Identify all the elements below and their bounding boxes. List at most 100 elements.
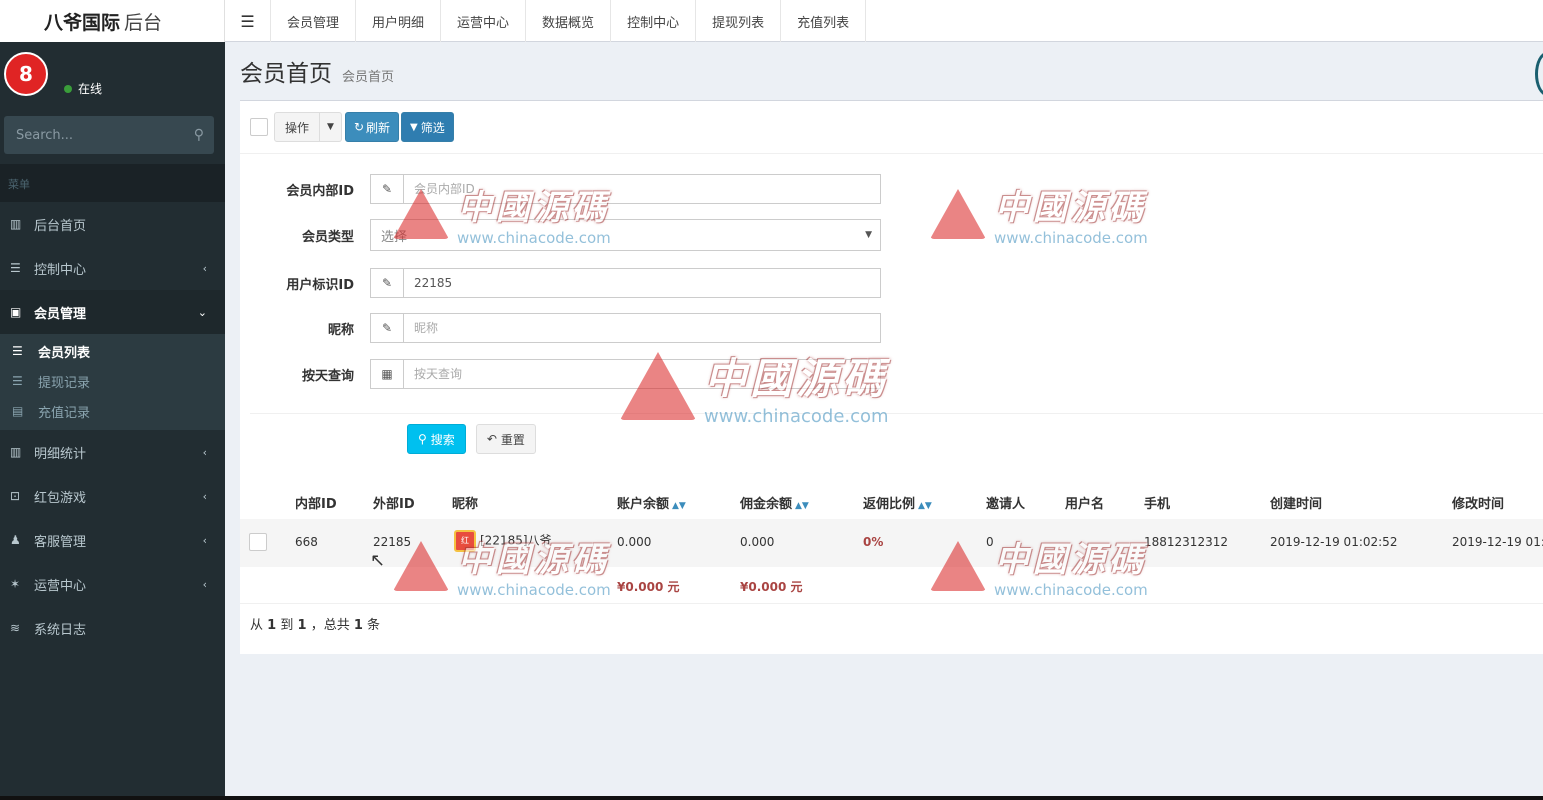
col-phone[interactable]: 手机 <box>1144 493 1170 512</box>
cell-nickname: 红 [22185]八爷 <box>454 530 552 552</box>
divider <box>240 153 1543 154</box>
sidebar-item-system-log[interactable]: ≋ 系统日志 <box>0 606 225 650</box>
sort-icon: ▲▼ <box>672 501 686 511</box>
sidebar-subitem-member-list[interactable]: ☰ 会员列表 <box>0 336 225 366</box>
cell-modified: 2019-12-19 01:0 <box>1452 535 1543 549</box>
sidebar-item-label: 系统日志 <box>34 622 87 638</box>
cell-balance: 0.000 <box>617 535 652 549</box>
tab-withdraw-list[interactable]: 提现列表 <box>696 0 782 42</box>
page-header: 会员首页 会员首页 <box>240 54 394 88</box>
nickname-input[interactable] <box>404 314 880 342</box>
tab-recharge-list[interactable]: 充值列表 <box>781 0 867 42</box>
caret-down-icon: ▼ <box>865 230 872 240</box>
filter-button[interactable]: ▼ 筛选 <box>401 112 454 142</box>
sidebar-search: ⚲ <box>4 116 214 154</box>
user-id-input[interactable] <box>404 269 880 297</box>
user-id-input-group: ✎ <box>370 268 881 298</box>
cell-phone: 18812312312 <box>1144 535 1228 549</box>
search-icon: ⚲ <box>418 432 427 446</box>
avatar[interactable]: 8 <box>4 52 48 96</box>
filter-actions: ⚲ 搜索 ↶ 重置 <box>407 424 536 454</box>
sidebar-subitem-label: 提现记录 <box>38 375 91 391</box>
gift-icon: ⊡ <box>10 489 21 503</box>
sidebar-item-red-packet-game[interactable]: ⊡ 红包游戏 ‹ <box>0 474 225 518</box>
member-type-label: 会员类型 <box>301 229 354 245</box>
refresh-button-label: 刷新 <box>366 120 391 135</box>
action-dropdown-toggle[interactable]: ▼ <box>320 112 342 142</box>
reset-button-label: 重置 <box>500 432 525 447</box>
col-username[interactable]: 用户名 <box>1065 493 1104 512</box>
sidebar-item-dashboard[interactable]: ▥ 后台首页 <box>0 202 225 246</box>
nickname-input-group: ✎ <box>370 313 881 343</box>
date-input[interactable] <box>404 360 880 388</box>
reset-button[interactable]: ↶ 重置 <box>475 424 536 454</box>
tab-control-center[interactable]: 控制中心 <box>611 0 697 42</box>
tab-data-overview[interactable]: 数据概览 <box>526 0 612 42</box>
chevron-left-icon: ‹ <box>202 577 207 591</box>
member-type-selected: 选择 <box>381 229 408 245</box>
tab-operations[interactable]: 运营中心 <box>441 0 527 42</box>
table-row[interactable]: 668 22185 红 [22185]八爷 0.000 0.000 0% 0 18… <box>240 519 1543 567</box>
pencil-icon: ✎ <box>371 175 404 203</box>
sidebar-item-label: 运营中心 <box>34 578 87 594</box>
sidebar-toggle-icon[interactable]: ☰ <box>225 0 271 42</box>
action-button-label: 操作 <box>285 120 310 135</box>
action-button[interactable]: 操作 <box>274 112 321 142</box>
brand-logo[interactable]: 八爷国际 后台 <box>0 0 225 42</box>
sort-icon: ▲▼ <box>918 501 932 511</box>
col-modified[interactable]: 修改时间 <box>1452 493 1504 512</box>
online-dot-icon <box>64 84 72 93</box>
col-rebate[interactable]: 返佣比例 ▲▼ <box>863 493 932 512</box>
users-icon: ♟ <box>10 533 21 547</box>
list-icon: ☰ <box>12 374 23 388</box>
list-icon: ☰ <box>10 261 21 275</box>
sidebar-item-member-management[interactable]: ▣ 会员管理 ⌄ <box>0 290 225 334</box>
date-input-group: ▦ <box>370 359 881 389</box>
side-tab-icon[interactable] <box>1535 52 1543 96</box>
sidebar-item-label: 红包游戏 <box>34 490 87 506</box>
member-id-input[interactable] <box>404 175 880 203</box>
cell-inviter: 0 <box>986 535 994 549</box>
col-commission[interactable]: 佣金余额 ▲▼ <box>740 493 809 512</box>
cell-internal-id: 668 <box>295 535 318 549</box>
summary-row: ¥0.000 元 ¥0.000 元 <box>240 567 1543 603</box>
col-nickname[interactable]: 昵称 <box>452 493 478 512</box>
member-list-card: 操作 ▼ ↻ 刷新 ▼ 筛选 会员内部ID ✎ 会员类型 <box>240 100 1543 654</box>
row-checkbox[interactable] <box>249 533 267 551</box>
sidebar-item-label: 客服管理 <box>34 534 87 550</box>
search-icon[interactable]: ⚲ <box>194 127 204 143</box>
user-panel: 8 在线 <box>0 42 225 114</box>
search-button-label: 搜索 <box>430 432 455 447</box>
cell-commission: 0.000 <box>740 535 775 549</box>
tab-member-management[interactable]: 会员管理 <box>271 0 357 42</box>
col-commission-label: 佣金余额 <box>740 497 793 512</box>
mouse-cursor-icon: ↖ <box>370 550 386 571</box>
col-created[interactable]: 创建时间 <box>1270 493 1322 512</box>
col-inviter[interactable]: 邀请人 <box>986 493 1025 512</box>
sidebar-item-customer-service[interactable]: ♟ 客服管理 ‹ <box>0 518 225 562</box>
refresh-icon: ↻ <box>353 120 364 134</box>
col-balance[interactable]: 账户余额 ▲▼ <box>617 493 686 512</box>
sidebar-item-control-center[interactable]: ☰ 控制中心 ‹ <box>0 246 225 290</box>
sidebar-search-input[interactable] <box>16 127 176 143</box>
sidebar-subitem-label: 会员列表 <box>38 345 91 361</box>
tab-user-details[interactable]: 用户明细 <box>356 0 442 42</box>
filter-user-id: 用户标识ID ✎ <box>240 267 940 299</box>
search-button[interactable]: ⚲ 搜索 <box>407 424 466 454</box>
filter-nickname: 昵称 ✎ <box>240 312 940 344</box>
sidebar-item-statistics[interactable]: ▥ 明细统计 ‹ <box>0 430 225 474</box>
select-all-checkbox[interactable] <box>250 118 268 136</box>
sidebar-item-operations[interactable]: ✶ 运营中心 ‹ <box>0 562 225 606</box>
member-type-select[interactable]: 选择 ▼ <box>370 219 881 251</box>
pager-total: 1 <box>353 618 363 633</box>
page-title: 会员首页 <box>240 61 332 87</box>
refresh-button[interactable]: ↻ 刷新 <box>344 112 400 142</box>
pager-to: 1 <box>297 618 307 633</box>
chevron-left-icon: ‹ <box>202 261 207 275</box>
sidebar-subitem-withdraw-records[interactable]: ☰ 提现记录 <box>0 366 225 396</box>
col-internal-id[interactable]: 内部ID <box>295 493 337 512</box>
filter-date: 按天查询 ▦ <box>240 358 940 390</box>
col-external-id[interactable]: 外部ID <box>373 493 415 512</box>
chevron-left-icon: ‹ <box>202 489 207 503</box>
sidebar-subitem-recharge-records[interactable]: ▤ 充值记录 <box>0 396 225 426</box>
